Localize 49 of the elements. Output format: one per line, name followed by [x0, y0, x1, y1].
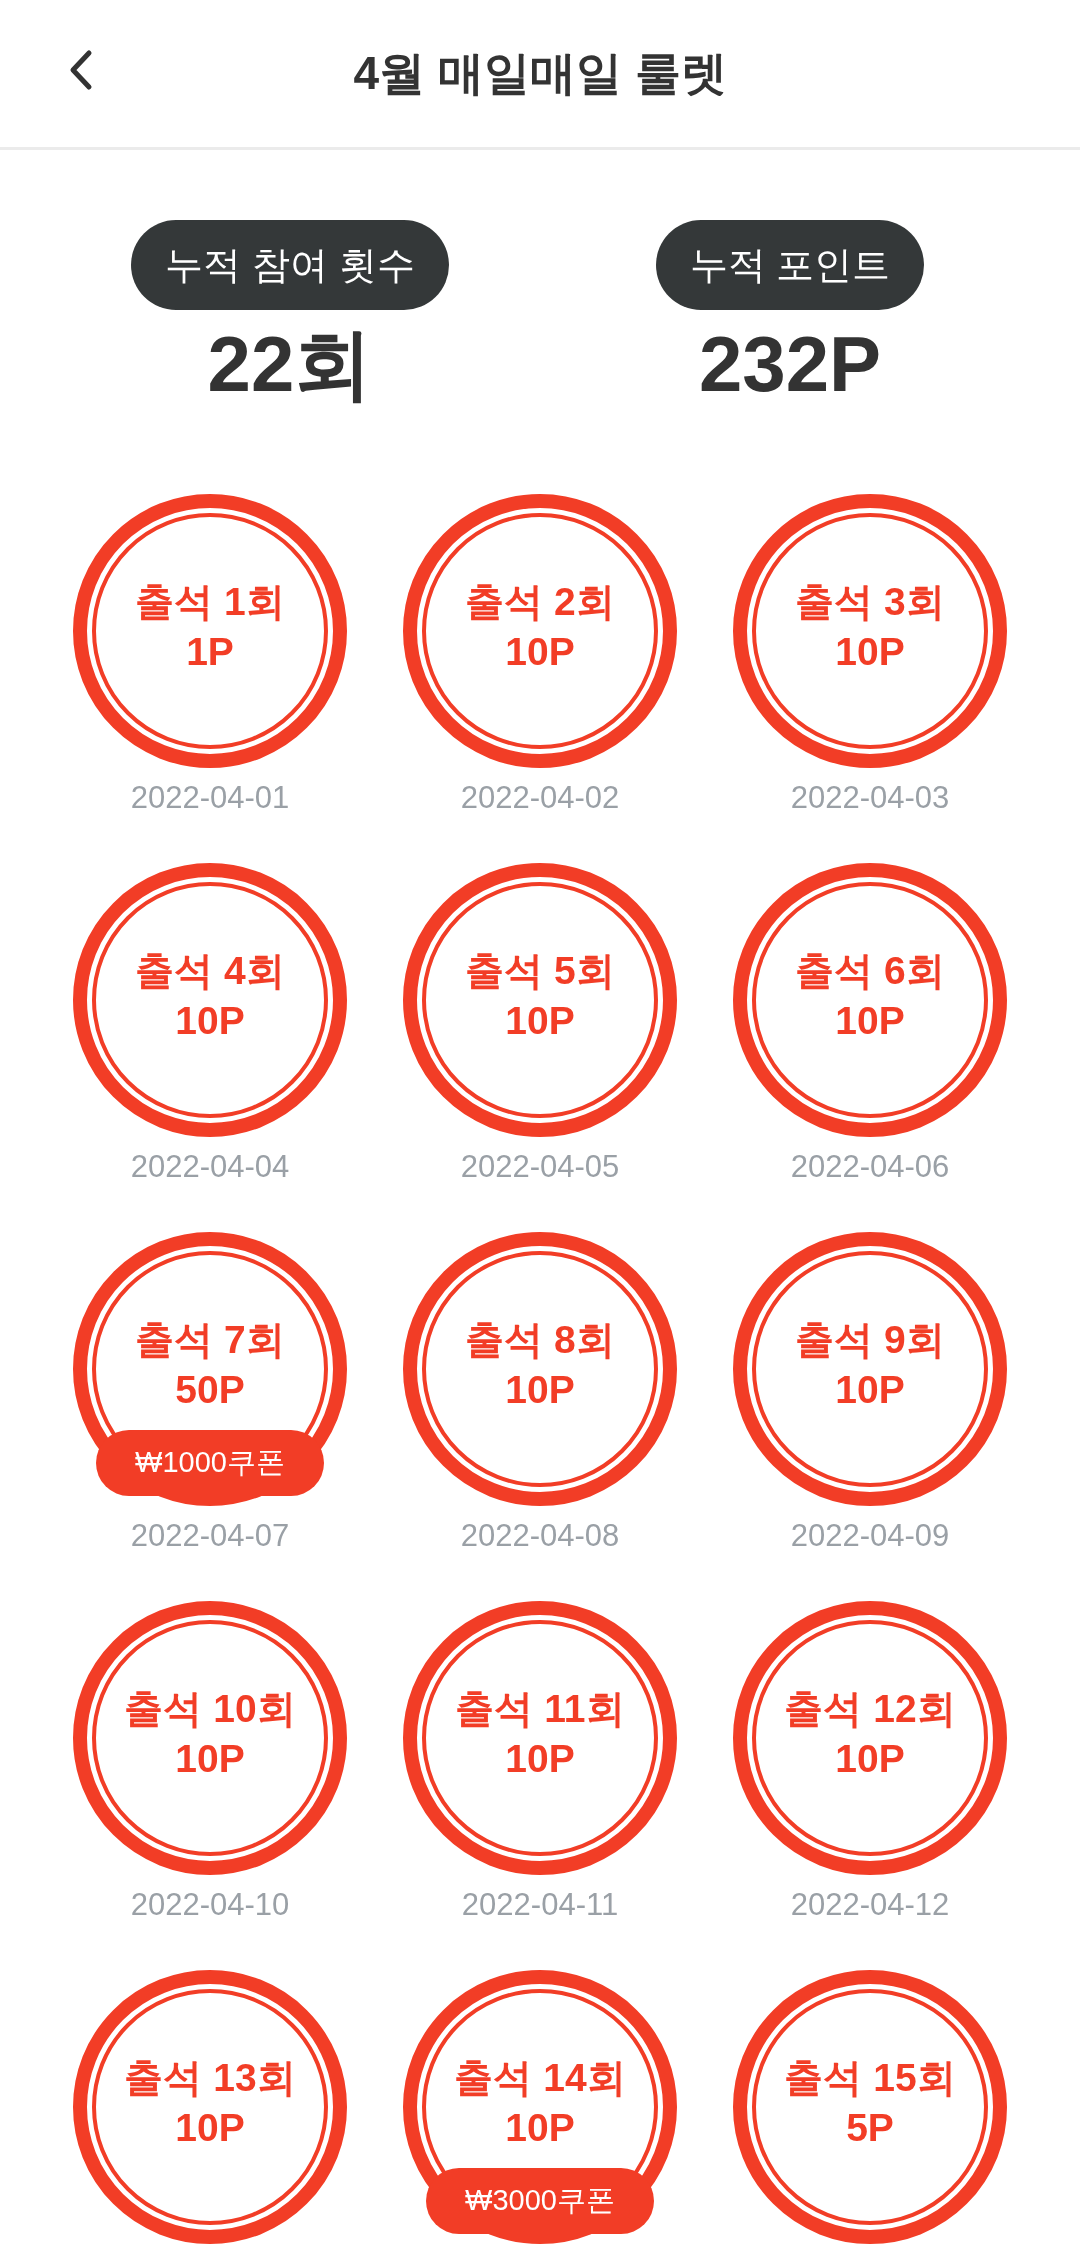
coupon-badge: ₩1000쿠폰: [96, 1430, 324, 1496]
stamp-title: 출석 7회: [135, 1317, 285, 1363]
stamp-points: 10P: [835, 998, 905, 1044]
stamp-title: 출석 9회: [795, 1317, 945, 1363]
stamp-points: 50P: [175, 1367, 245, 1413]
stamp-title: 출석 1회: [135, 579, 285, 625]
stat-label: 누적 참여 횟수: [131, 220, 449, 310]
stamp-title: 출석 4회: [135, 948, 285, 994]
stamp-points: 10P: [505, 629, 575, 675]
stamp-points: 10P: [505, 2105, 575, 2151]
stamp-title: 출석 10회: [124, 1686, 296, 1732]
page-title: 4월 매일매일 룰렛: [353, 46, 727, 101]
stamp-title: 출석 8회: [465, 1317, 615, 1363]
stamp-title: 출석 13회: [124, 2055, 296, 2101]
stamp-points: 10P: [835, 1367, 905, 1413]
stamp-title: 출석 11회: [455, 1686, 625, 1732]
stamp-date: 2022-04-07: [130, 1518, 290, 1554]
stamp-date: 2022-04-12: [790, 1887, 950, 1923]
stamp-title: 출석 12회: [784, 1686, 956, 1732]
stamp-points: 10P: [175, 1736, 245, 1782]
coupon-badge: ₩3000쿠폰: [426, 2168, 654, 2234]
stat-value: 22회: [207, 319, 373, 410]
stamp-date: 2022-04-04: [130, 1149, 290, 1185]
stamp-points: 10P: [835, 1736, 905, 1782]
stamp-date: 2022-04-01: [130, 780, 290, 816]
stamp-date: 2022-04-08: [460, 1518, 620, 1554]
stat-value: 232P: [698, 319, 882, 410]
stamp-date: 2022-04-11: [461, 1887, 619, 1923]
stamp-date: 2022-04-03: [790, 780, 950, 816]
stamp-points: 10P: [505, 998, 575, 1044]
stamp-points: 10P: [175, 998, 245, 1044]
stamp-points: 10P: [175, 2105, 245, 2151]
stamp-points: 1P: [186, 629, 234, 675]
stamp-points: 10P: [505, 1367, 575, 1413]
stamp-title: 출석 2회: [465, 579, 615, 625]
stamp-title: 출석 6회: [795, 948, 945, 994]
stamp-points: 5P: [846, 2105, 894, 2151]
stamp-title: 출석 3회: [795, 579, 945, 625]
stamp-points: 10P: [835, 629, 905, 675]
stamp-title: 출석 14회: [454, 2055, 626, 2101]
stamp-date: 2022-04-10: [130, 1887, 290, 1923]
stamp-date: 2022-04-06: [790, 1149, 950, 1185]
stamp-date: 2022-04-09: [790, 1518, 950, 1554]
stamp-points: 10P: [505, 1736, 575, 1782]
stat-label: 누적 포인트: [655, 220, 925, 310]
stamp-title: 출석 5회: [465, 948, 615, 994]
stamp-title: 출석 15회: [784, 2055, 956, 2101]
stamp-date: 2022-04-02: [460, 780, 620, 816]
stamp-date: 2022-04-05: [460, 1149, 620, 1185]
